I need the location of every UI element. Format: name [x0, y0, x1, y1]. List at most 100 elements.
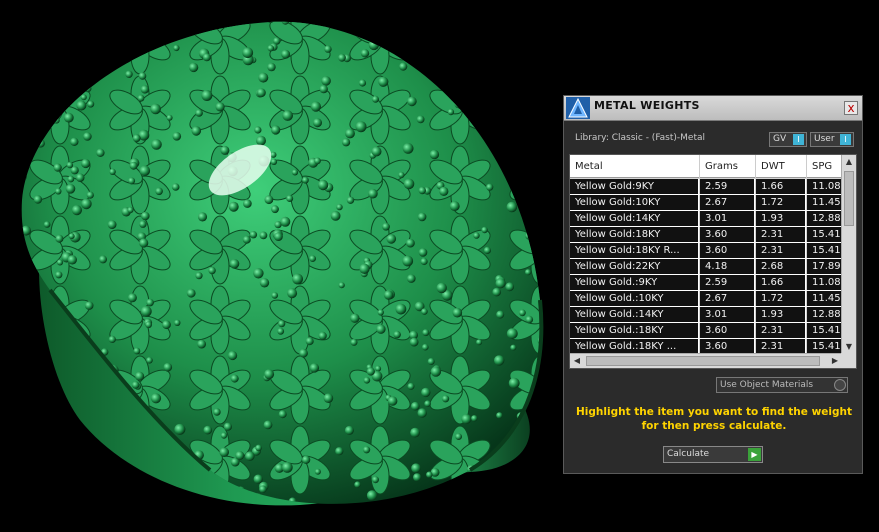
cell-dwt: 2.31 — [756, 323, 806, 338]
bead — [55, 188, 62, 195]
petal-flower — [509, 75, 542, 145]
bead — [421, 308, 428, 315]
vertical-scrollbar[interactable]: ▲ ▼ — [841, 155, 856, 354]
petal-flower — [29, 21, 91, 75]
bead — [146, 298, 154, 307]
bead — [449, 201, 460, 212]
bead — [51, 92, 61, 101]
bead — [87, 100, 95, 108]
bead — [151, 139, 162, 150]
bead — [271, 205, 279, 214]
use-object-materials-button[interactable]: Use Object Materials — [716, 377, 848, 393]
column-header-metal[interactable]: Metal — [570, 155, 700, 178]
bead — [138, 72, 147, 80]
bead — [8, 221, 16, 229]
bead — [432, 507, 439, 514]
bead — [429, 149, 440, 160]
cell-grams: 4.18 — [700, 259, 755, 274]
panel-header[interactable]: METAL WEIGHTS x — [564, 96, 862, 121]
cell-grams: 2.67 — [700, 195, 755, 210]
bead — [368, 39, 380, 51]
bead — [235, 451, 245, 460]
close-icon[interactable]: x — [844, 101, 858, 115]
cell-grams: 3.60 — [700, 339, 755, 354]
vertical-scroll-thumb[interactable] — [844, 171, 854, 226]
bead — [249, 231, 258, 239]
bead — [267, 21, 274, 24]
bead — [525, 232, 533, 240]
chevron-down-icon[interactable]: ▼ — [842, 340, 856, 354]
bead — [533, 100, 540, 108]
bead — [53, 163, 62, 172]
chevron-left-icon[interactable]: ◀ — [570, 354, 584, 368]
scroll-corner — [841, 353, 856, 368]
bead — [230, 374, 239, 383]
table-row[interactable]: Yellow Gold.:9KY 2.59 1.66 11.08 — [570, 275, 847, 291]
bead — [503, 490, 510, 497]
bead — [441, 77, 449, 85]
chevron-right-icon[interactable]: ▶ — [828, 354, 842, 368]
bead — [507, 26, 519, 37]
cell-metal: Yellow Gold.:18KY ... — [570, 339, 699, 354]
bead — [71, 205, 82, 216]
table-row[interactable]: Yellow Gold.:10KY 2.67 1.72 11.45 — [570, 291, 847, 307]
horizontal-scrollbar[interactable]: ◀ ▶ — [570, 353, 842, 368]
horizontal-scroll-thumb[interactable] — [586, 356, 820, 366]
bead — [528, 88, 538, 98]
cell-metal: Yellow Gold.:10KY — [570, 291, 699, 306]
bead — [494, 108, 506, 119]
bead — [141, 211, 150, 221]
bead — [169, 25, 179, 35]
bead — [538, 234, 542, 242]
column-header-grams[interactable]: Grams — [700, 155, 756, 178]
table-row[interactable]: Yellow Gold:18KY R... 3.60 2.31 15.41 — [570, 243, 847, 259]
bead — [56, 259, 64, 266]
bead — [286, 195, 294, 202]
gv-toggle[interactable]: GV I — [769, 132, 807, 147]
bead — [393, 330, 401, 339]
play-arrow-icon: ▶ — [748, 448, 761, 461]
bead — [318, 331, 327, 340]
bead — [281, 462, 293, 473]
table-row[interactable]: Yellow Gold.:18KY 3.60 2.31 15.41 — [570, 323, 847, 339]
bead — [299, 348, 308, 358]
bead — [21, 397, 23, 406]
table-row[interactable]: Yellow Gold:14KY 3.01 1.93 12.88 — [570, 211, 847, 227]
column-header-dwt[interactable]: DWT — [756, 155, 807, 178]
bead — [280, 216, 291, 227]
table-row[interactable]: Yellow Gold:18KY 3.60 2.31 15.41 — [570, 227, 847, 243]
table-row[interactable]: Yellow Gold.:14KY 3.01 1.93 12.88 — [570, 307, 847, 323]
bead — [321, 76, 331, 86]
bead — [6, 255, 14, 263]
bead — [99, 255, 107, 264]
bead — [305, 337, 314, 346]
chevron-up-icon[interactable]: ▲ — [842, 155, 856, 169]
bead — [31, 479, 43, 490]
bead — [80, 94, 87, 101]
cell-dwt: 1.72 — [756, 195, 806, 210]
bead — [372, 476, 379, 484]
gv-toggle-knob: I — [793, 134, 804, 145]
bead — [395, 303, 407, 315]
user-toggle[interactable]: User I — [810, 132, 854, 147]
calculate-button[interactable]: Calculate ▶ — [663, 446, 763, 463]
bead — [309, 363, 320, 373]
bead — [270, 158, 278, 165]
library-label: Library: Classic - (Fast)-Metal — [575, 133, 706, 143]
bead — [422, 343, 429, 351]
panel-title: METAL WEIGHTS — [594, 99, 700, 112]
bead — [159, 11, 167, 19]
table-row[interactable]: Yellow Gold:22KY 4.18 2.68 17.89 — [570, 259, 847, 275]
bead — [481, 226, 488, 234]
bead — [366, 367, 375, 376]
bead — [146, 21, 157, 30]
bead — [242, 47, 254, 59]
bead — [21, 316, 29, 323]
table-row[interactable]: Yellow Gold:9KY 2.59 1.66 11.08 — [570, 179, 847, 195]
bead — [350, 338, 358, 346]
table-row[interactable]: Yellow Gold:10KY 2.67 1.72 11.45 — [570, 195, 847, 211]
bead — [174, 319, 181, 326]
bead — [358, 79, 367, 87]
bead — [510, 344, 517, 351]
bead — [287, 288, 298, 299]
